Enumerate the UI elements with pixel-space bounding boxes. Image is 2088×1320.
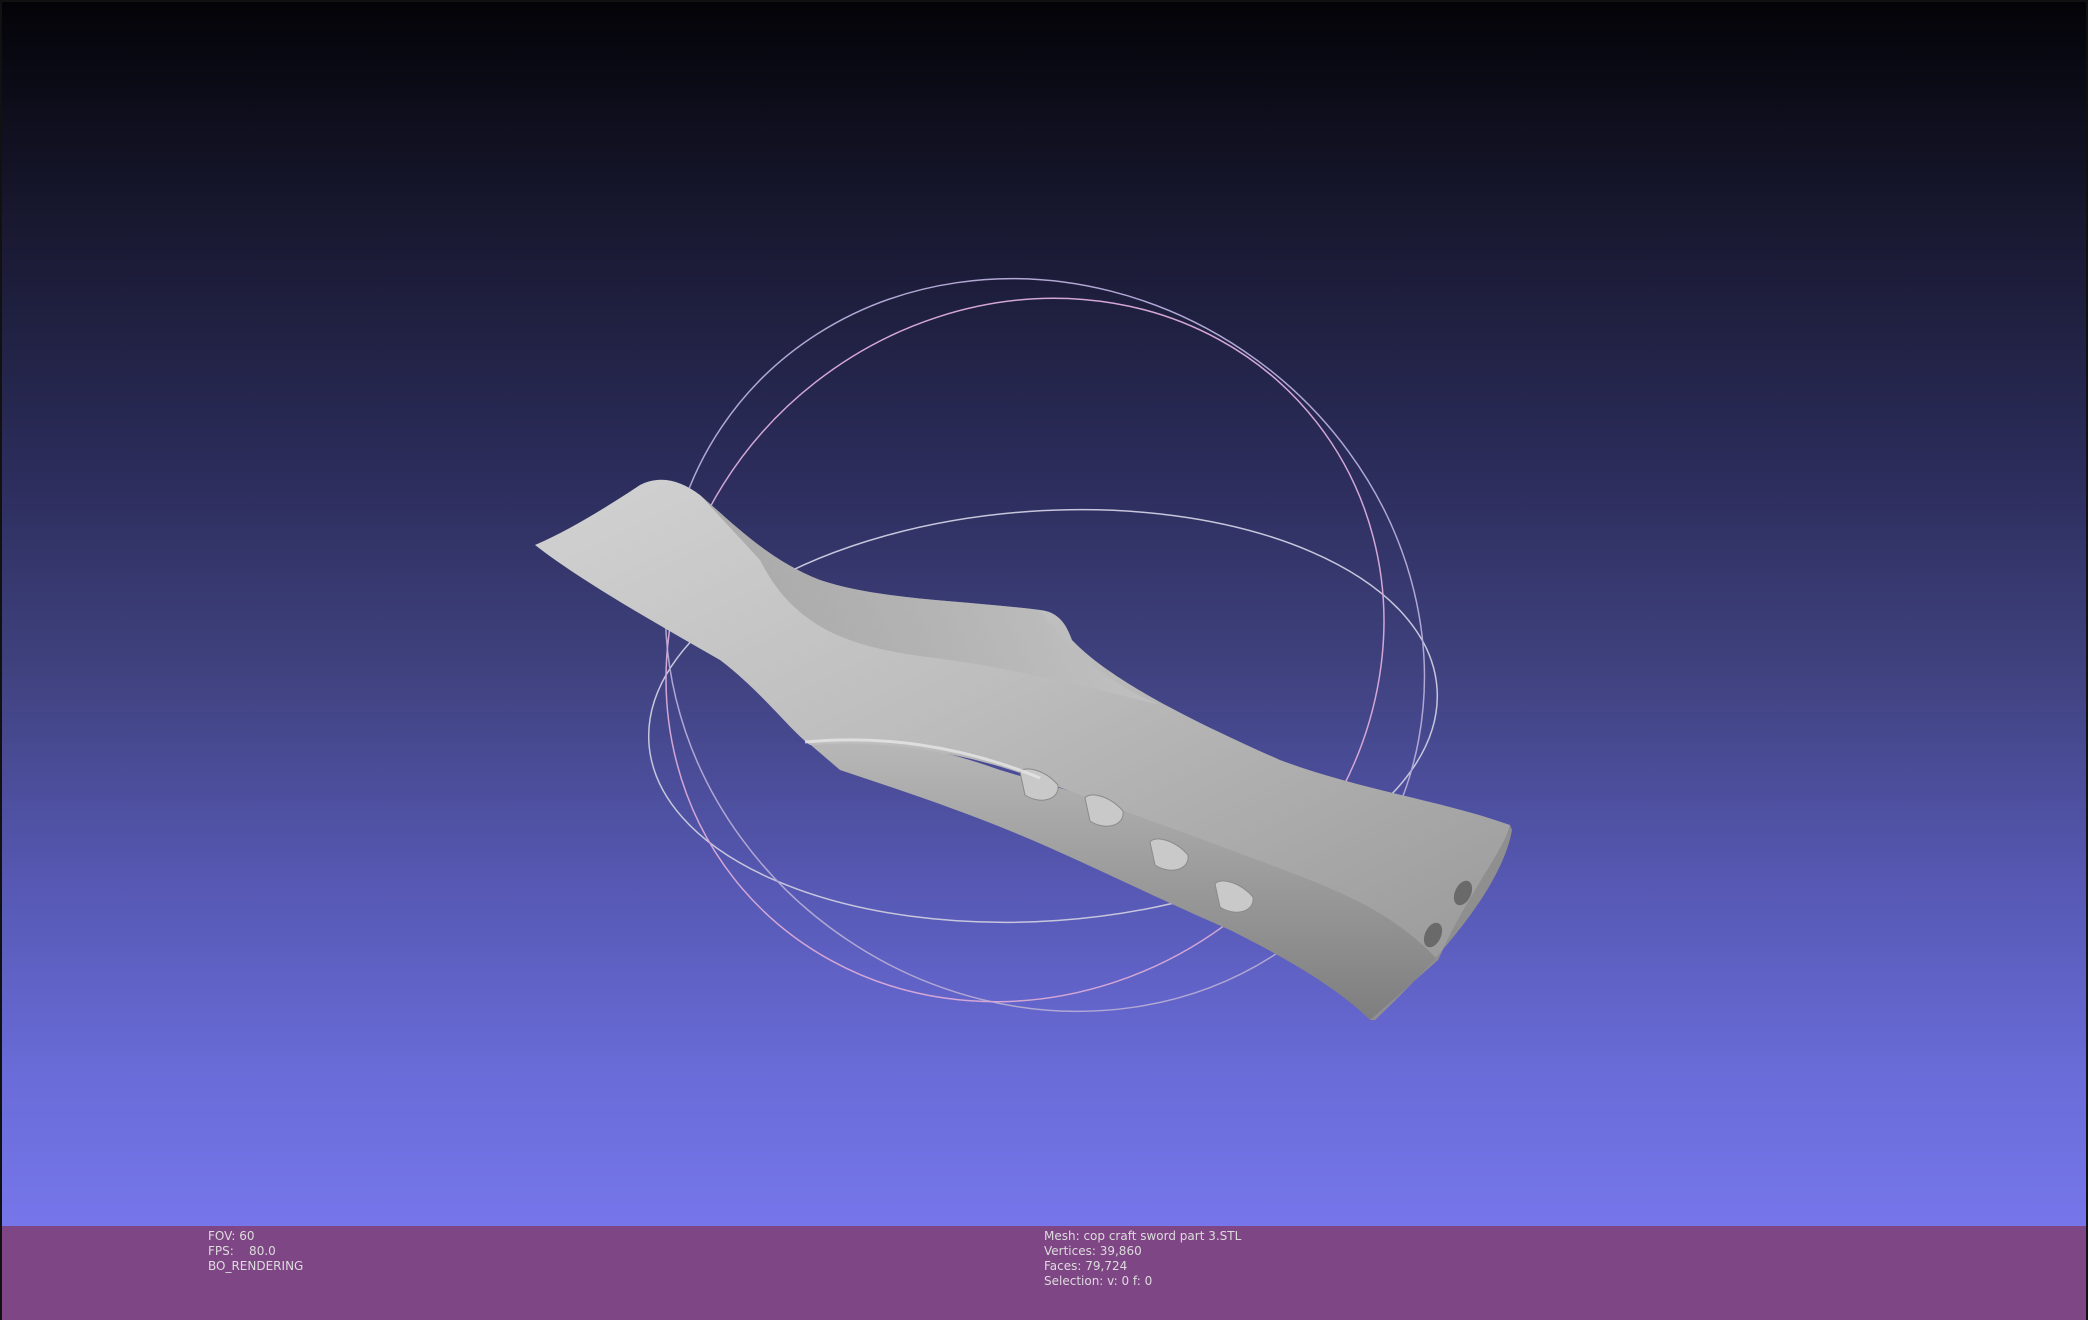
- mesh-info: Mesh: cop craft sword part 3.STL Vertice…: [1044, 1229, 1241, 1289]
- render-mode-label: BO_RENDERING: [208, 1259, 304, 1273]
- render-info: FOV: 60 FPS: 80.0 BO_RENDERING: [208, 1229, 303, 1274]
- faces-label: Faces: 79,724: [1044, 1259, 1128, 1273]
- vertices-label: Vertices: 39,860: [1044, 1244, 1142, 1258]
- 3d-viewport[interactable]: [0, 0, 2088, 1226]
- mesh-name-label: Mesh: cop craft sword part 3.STL: [1044, 1229, 1242, 1243]
- fps-label: FPS: 80.0: [208, 1244, 276, 1258]
- frame-border-top: [0, 0, 2088, 2]
- frame-border-left: [0, 0, 2, 1320]
- fov-label: FOV: 60: [208, 1229, 255, 1243]
- scene-svg[interactable]: [0, 0, 2088, 1226]
- selection-label: Selection: v: 0 f: 0: [1044, 1274, 1153, 1288]
- info-bar: FOV: 60 FPS: 80.0 BO_RENDERING Mesh: cop…: [0, 1226, 2088, 1320]
- meshlab-viewer: FOV: 60 FPS: 80.0 BO_RENDERING Mesh: cop…: [0, 0, 2088, 1320]
- mesh-model[interactable]: [535, 479, 1512, 1020]
